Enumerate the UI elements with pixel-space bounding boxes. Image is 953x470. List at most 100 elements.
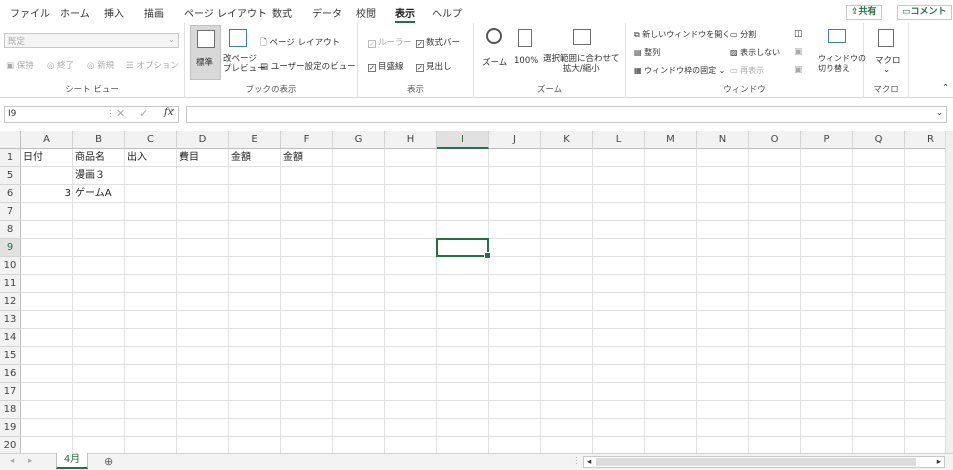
- cancel-icon[interactable]: ✕: [116, 107, 125, 120]
- select-all-corner[interactable]: [0, 131, 21, 149]
- tab-file[interactable]: ファイル: [10, 5, 50, 20]
- tab-data[interactable]: データ: [312, 5, 342, 20]
- ruler-checkbox[interactable]: ルーラー: [368, 36, 412, 48]
- insert-function-icon[interactable]: fx: [164, 107, 173, 118]
- row-header[interactable]: 5: [0, 167, 21, 185]
- vertical-scrollbar[interactable]: [945, 131, 953, 453]
- tab-review[interactable]: 校閲: [356, 5, 376, 20]
- splitter-icon[interactable]: ⋮: [572, 456, 581, 466]
- row-header[interactable]: 6: [0, 185, 21, 203]
- reset-window-position-icon[interactable]: ▣: [794, 65, 803, 75]
- column-header[interactable]: E: [229, 131, 281, 149]
- column-header[interactable]: J: [489, 131, 541, 149]
- next-sheet-icon[interactable]: ▸: [28, 456, 32, 466]
- tab-help[interactable]: ヘルプ: [432, 5, 462, 20]
- worksheet-grid[interactable]: A B C D E F G H I J K L M N O P Q R 1 5 6 7 8 9 10 11 12 13 14 15 16 17…: [0, 131, 945, 453]
- zoom-to-selection-button[interactable]: 選択範囲に合わせて 拡大/縮小: [543, 25, 623, 80]
- tab-home[interactable]: ホーム: [60, 5, 90, 20]
- row-header[interactable]: 9: [0, 239, 21, 257]
- zoom-100-button[interactable]: 100%: [512, 25, 542, 80]
- column-header[interactable]: Q: [853, 131, 905, 149]
- row-header[interactable]: 20: [0, 437, 21, 453]
- row-header[interactable]: 19: [0, 419, 21, 437]
- switch-windows-button[interactable]: ウィンドウの 切り替え: [816, 25, 866, 80]
- column-header[interactable]: K: [541, 131, 593, 149]
- row-header[interactable]: 14: [0, 329, 21, 347]
- column-header[interactable]: D: [177, 131, 229, 149]
- scrollbar-thumb[interactable]: [596, 458, 916, 466]
- row-header[interactable]: 17: [0, 383, 21, 401]
- row-header[interactable]: 1: [0, 149, 21, 167]
- tab-formulas[interactable]: 数式: [272, 5, 292, 20]
- exit-button[interactable]: ◎ 終了: [47, 59, 74, 71]
- tab-insert[interactable]: 挿入: [104, 5, 124, 20]
- comments-button[interactable]: ▭コメント: [897, 5, 952, 20]
- row-header[interactable]: 15: [0, 347, 21, 365]
- cell-header[interactable]: 商品名: [73, 149, 125, 167]
- formula-input[interactable]: ⌄: [186, 106, 947, 123]
- name-box[interactable]: I9 ˅: [4, 106, 179, 123]
- formula-bar-checkbox[interactable]: 数式バー: [416, 36, 460, 48]
- horizontal-scrollbar[interactable]: ◂ ▸: [583, 456, 945, 468]
- row-header[interactable]: 8: [0, 221, 21, 239]
- tab-view[interactable]: 表示: [395, 5, 415, 23]
- column-header[interactable]: F: [281, 131, 333, 149]
- tab-draw[interactable]: 描画: [144, 5, 164, 20]
- column-header[interactable]: P: [801, 131, 853, 149]
- column-header[interactable]: M: [645, 131, 697, 149]
- options-button[interactable]: ☰ オプション: [126, 59, 179, 71]
- page-layout-button[interactable]: 🗋 ページ レイアウト: [260, 36, 340, 51]
- gridlines-checkbox[interactable]: 目盛線: [368, 60, 404, 72]
- row-header[interactable]: 16: [0, 365, 21, 383]
- active-cell[interactable]: [436, 238, 491, 259]
- view-side-by-side-icon[interactable]: ◫: [794, 29, 803, 39]
- keep-button[interactable]: ▣ 保持: [6, 59, 34, 71]
- column-header[interactable]: O: [749, 131, 801, 149]
- unhide-button[interactable]: ▭ 再表示: [730, 65, 764, 76]
- cell-header[interactable]: 金額: [229, 149, 281, 167]
- column-header[interactable]: L: [593, 131, 645, 149]
- enter-icon[interactable]: ✓: [139, 107, 148, 120]
- scroll-right-icon[interactable]: ▸: [937, 457, 941, 467]
- macros-button[interactable]: マクロ ⌄: [870, 25, 904, 80]
- row-header[interactable]: 18: [0, 401, 21, 419]
- cell-header[interactable]: 日付: [21, 149, 73, 167]
- drag-handle-icon[interactable]: ⋮: [106, 109, 115, 119]
- normal-view-button[interactable]: 標準: [190, 25, 221, 80]
- new-window-button[interactable]: ⧉ 新しいウィンドウを開く: [634, 29, 730, 40]
- share-button[interactable]: ⇪共有: [846, 5, 882, 20]
- column-header[interactable]: N: [697, 131, 749, 149]
- synchronous-scroll-icon[interactable]: ▣: [794, 47, 803, 57]
- sheet-tab[interactable]: 4月: [56, 453, 88, 469]
- cell-b5[interactable]: 漫画３: [73, 167, 125, 185]
- row-header[interactable]: 10: [0, 257, 21, 275]
- headings-checkbox[interactable]: 見出し: [416, 60, 452, 72]
- row-header[interactable]: 11: [0, 275, 21, 293]
- scroll-left-icon[interactable]: ◂: [587, 457, 591, 467]
- column-header[interactable]: H: [385, 131, 437, 149]
- row-header[interactable]: 7: [0, 203, 21, 221]
- new-view-button[interactable]: ◎ 新規: [87, 59, 114, 71]
- chevron-down-icon[interactable]: ⌄: [936, 108, 943, 118]
- cell-a6[interactable]: 3: [21, 185, 73, 203]
- collapse-ribbon-icon[interactable]: ⌃: [942, 83, 949, 93]
- arrange-all-button[interactable]: ▤ 整列: [634, 47, 660, 58]
- page-break-preview-button[interactable]: 改ページ プレビュー: [223, 25, 266, 80]
- row-header[interactable]: 12: [0, 293, 21, 311]
- hide-button[interactable]: ▨ 表示しない: [730, 47, 780, 58]
- tab-page-layout[interactable]: ページ レイアウト: [184, 5, 267, 20]
- column-header[interactable]: B: [73, 131, 125, 149]
- split-button[interactable]: ▭ 分割: [730, 29, 756, 40]
- add-sheet-icon[interactable]: ⊕: [104, 455, 113, 468]
- cell-header[interactable]: 出入: [125, 149, 177, 167]
- custom-views-button[interactable]: ▤ ユーザー設定のビュー: [260, 60, 356, 72]
- column-header[interactable]: C: [125, 131, 177, 149]
- cell-header[interactable]: 費目: [177, 149, 229, 167]
- cell-b6[interactable]: ゲームA: [73, 185, 125, 203]
- column-header[interactable]: A: [21, 131, 73, 149]
- column-header[interactable]: G: [333, 131, 385, 149]
- sheet-view-select[interactable]: 既定 ⌄: [4, 33, 179, 48]
- zoom-button[interactable]: ズーム: [480, 25, 510, 80]
- freeze-panes-button[interactable]: ▦ ウィンドウ枠の固定 ⌄: [634, 65, 725, 76]
- column-header[interactable]: I: [437, 131, 489, 149]
